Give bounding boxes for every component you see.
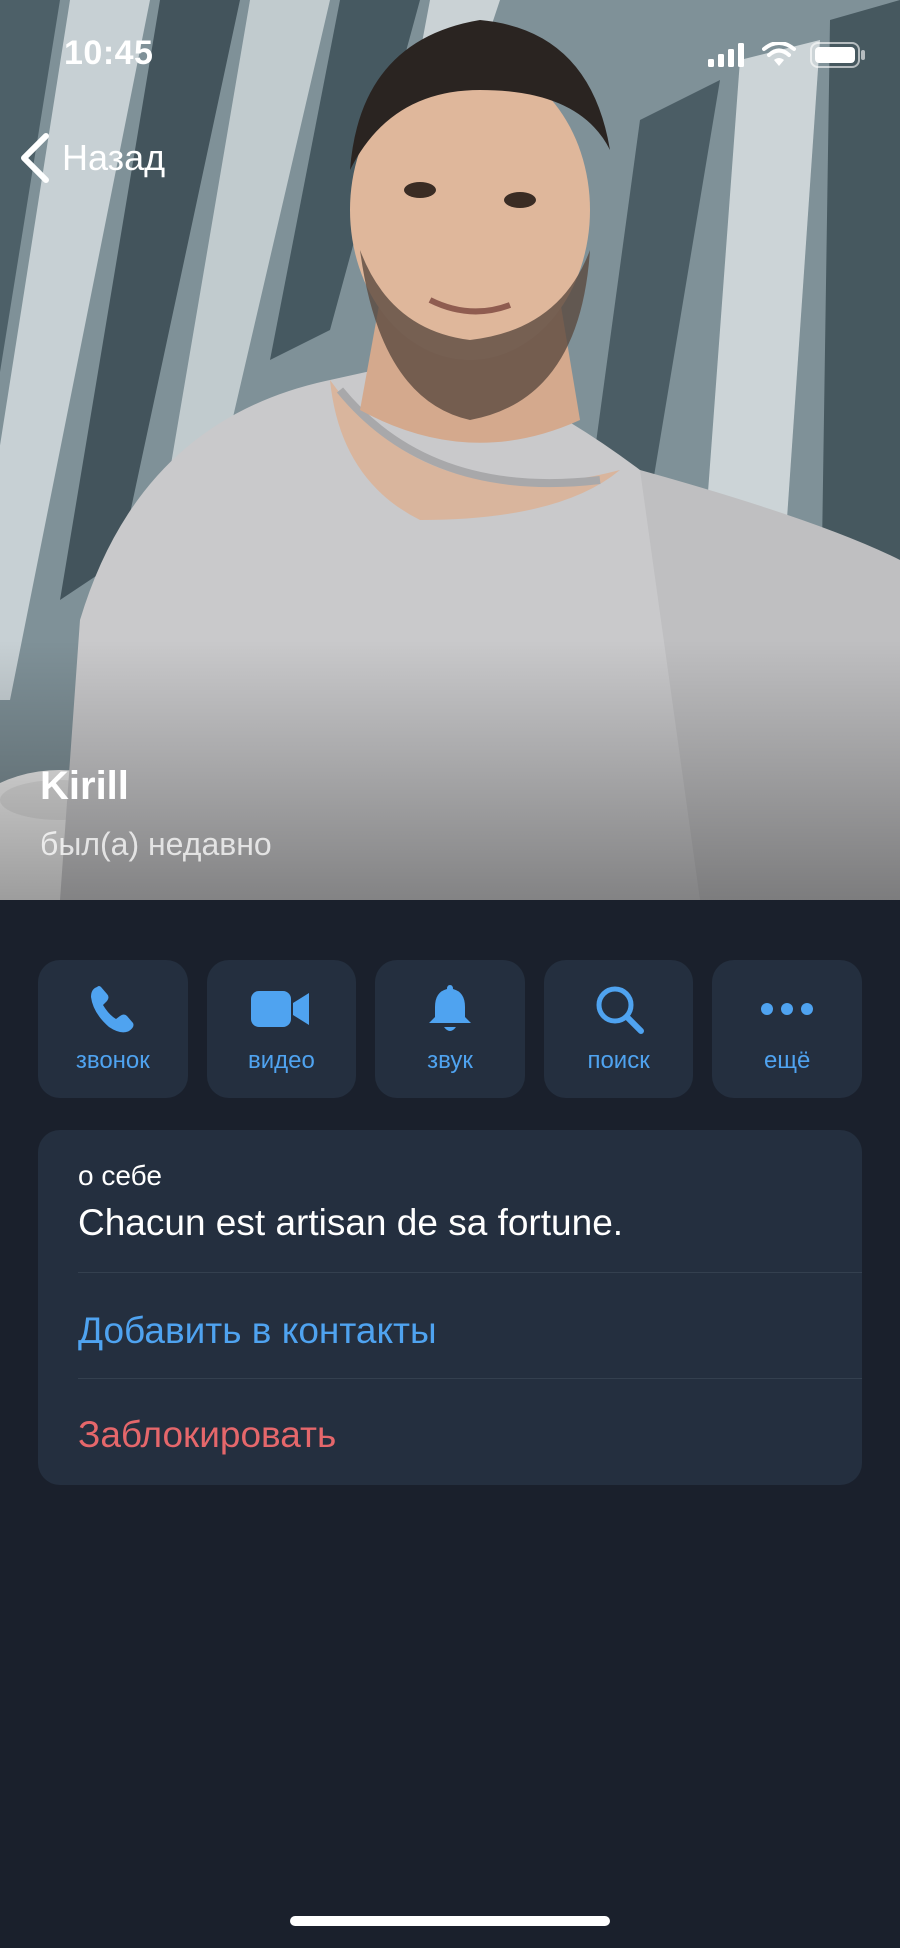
more-dots-icon — [761, 1003, 814, 1015]
sound-label: звук — [427, 1047, 473, 1074]
more-button[interactable]: ещё — [712, 960, 862, 1098]
search-button[interactable]: поиск — [543, 960, 694, 1098]
home-indicator[interactable] — [290, 1916, 610, 1926]
action-bar: звонок видео звук поиск ещё — [38, 960, 862, 1098]
search-icon — [596, 986, 644, 1034]
block-user-button[interactable]: Заблокировать — [78, 1414, 336, 1456]
video-button[interactable]: видео — [206, 960, 357, 1098]
divider — [78, 1272, 862, 1273]
back-button[interactable]: Назад — [18, 132, 165, 184]
sound-button[interactable]: звук — [375, 960, 525, 1098]
profile-last-seen: был(а) недавно — [40, 826, 272, 862]
about-text: Chacun est artisan de sa fortune. — [78, 1202, 624, 1243]
call-label: звонок — [75, 1047, 150, 1074]
add-to-contacts-button[interactable]: Добавить в контакты — [78, 1310, 437, 1352]
status-bar: 10:45 — [0, 30, 900, 80]
divider — [78, 1378, 862, 1379]
phone-icon — [90, 986, 134, 1033]
wifi-icon — [762, 42, 796, 66]
video-camera-icon — [251, 991, 310, 1027]
profile-name: Kirill — [40, 764, 129, 808]
call-button[interactable]: звонок — [38, 960, 188, 1098]
more-label: ещё — [763, 1047, 811, 1074]
back-label: Назад — [62, 137, 166, 178]
chevron-left-icon — [21, 133, 49, 183]
bell-icon — [428, 985, 471, 1031]
video-label: видео — [247, 1047, 315, 1074]
info-card: о себе Chacun est artisan de sa fortune.… — [38, 1130, 862, 1485]
signal-icon — [708, 43, 744, 67]
battery-icon — [810, 42, 865, 68]
status-time: 10:45 — [64, 34, 154, 72]
search-label: поиск — [587, 1047, 650, 1074]
about-label: о себе — [78, 1160, 162, 1191]
